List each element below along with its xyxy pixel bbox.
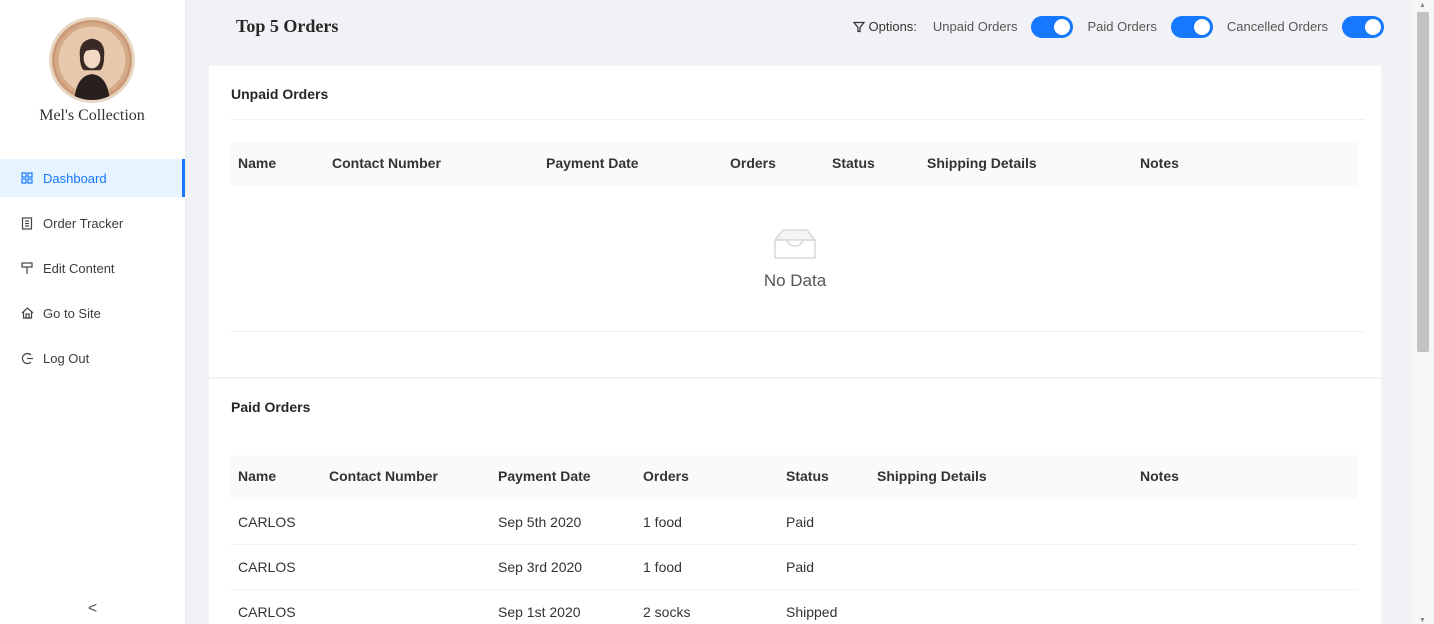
table-row[interactable]: CARLOS Sep 3rd 2020 1 food Paid: [231, 545, 1357, 590]
table-row[interactable]: CARLOS Sep 5th 2020 1 food Paid: [231, 500, 1357, 545]
cell-payment-date: Sep 3rd 2020: [498, 559, 583, 575]
column-header: Payment Date: [498, 468, 591, 484]
sidebar-item-label: Edit Content: [43, 260, 115, 276]
column-header: Notes: [1140, 468, 1179, 484]
options-label-text: Options:: [868, 19, 917, 34]
column-header: Orders: [730, 155, 776, 171]
column-header: Name: [238, 468, 277, 484]
cancelled-orders-switch[interactable]: [1342, 15, 1384, 38]
table-row[interactable]: CARLOS Sep 1st 2020 2 socks Shipped: [231, 590, 1357, 624]
sidebar-item-label: Order Tracker: [43, 215, 124, 231]
sidebar-item-label: Log Out: [43, 350, 90, 366]
unpaid-orders-switch[interactable]: [1031, 15, 1074, 38]
cell-name: CARLOS: [238, 559, 296, 575]
table-header: Name Contact Number Payment Date Orders …: [231, 455, 1357, 499]
page-title: Top 5 Orders: [236, 16, 339, 36]
empty-state: No Data: [209, 226, 1381, 290]
column-header: Contact Number: [332, 155, 441, 171]
toggle-label: Paid Orders: [1087, 19, 1157, 34]
sidebar-collapse-button[interactable]: <: [0, 594, 185, 624]
unpaid-orders-card: Unpaid Orders Name Contact Number Paymen…: [209, 66, 1381, 377]
cell-name: CARLOS: [238, 604, 296, 620]
chevron-left-icon: <: [87, 600, 98, 617]
cell-status: Paid: [786, 559, 815, 575]
sidebar-item-log-out[interactable]: Log Out: [0, 339, 185, 377]
sidebar-item-edit-content[interactable]: Edit Content: [0, 249, 185, 287]
cell-orders: 2 socks: [643, 604, 691, 620]
options-bar: Options: Unpaid Orders Paid Orders Cance…: [852, 14, 1384, 39]
column-header: Status: [832, 155, 875, 171]
card-divider: [231, 331, 1365, 332]
sidebar-item-dashboard[interactable]: Dashboard: [0, 159, 185, 197]
column-header: Name: [238, 155, 277, 171]
column-header: Notes: [1140, 155, 1179, 171]
brand-logo: [49, 17, 135, 103]
cell-orders: 1 food: [643, 514, 682, 530]
sidebar-item-label: Go to Site: [43, 305, 101, 321]
logout-icon: [20, 351, 34, 365]
column-header: Contact Number: [329, 468, 438, 484]
dashboard-icon: [20, 171, 34, 185]
cell-payment-date: Sep 1st 2020: [498, 604, 581, 620]
card-title: Unpaid Orders: [231, 86, 329, 102]
card-title: Paid Orders: [231, 399, 311, 415]
column-header: Shipping Details: [877, 468, 987, 484]
column-header: Orders: [643, 468, 689, 484]
toggle-label: Unpaid Orders: [932, 19, 1018, 34]
toggle-cancelled-orders: Cancelled Orders: [1226, 15, 1384, 38]
column-header: Shipping Details: [927, 155, 1037, 171]
paid-orders-switch[interactable]: [1170, 15, 1213, 38]
brand-name: Mel's Collection: [39, 107, 145, 124]
sidebar-item-label: Dashboard: [43, 170, 107, 186]
column-header: Payment Date: [546, 155, 639, 171]
scroll-up-icon[interactable]: ▲: [1419, 2, 1426, 9]
sidebar-item-order-tracker[interactable]: Order Tracker: [0, 204, 185, 242]
scroll-down-icon[interactable]: ▼: [1419, 617, 1426, 624]
home-icon: [20, 306, 34, 320]
cell-payment-date: Sep 5th 2020: [498, 514, 582, 530]
cell-status: Paid: [786, 514, 815, 530]
toggle-label: Cancelled Orders: [1226, 19, 1328, 34]
column-header: Status: [786, 468, 829, 484]
cell-name: CARLOS: [238, 514, 296, 530]
scroll-thumb[interactable]: [1417, 12, 1429, 352]
order-tracker-icon: [20, 216, 34, 230]
sidebar-item-go-to-site[interactable]: Go to Site: [0, 294, 185, 332]
toggle-paid-orders: Paid Orders: [1087, 15, 1213, 38]
filter-icon: [852, 21, 865, 32]
paid-orders-card: Paid Orders Name Contact Number Payment …: [209, 379, 1381, 624]
table-header: Name Contact Number Payment Date Orders …: [231, 142, 1357, 186]
sidebar-menu: Dashboard Order Tracker Edit Content Go …: [0, 159, 185, 384]
empty-inbox-icon: [773, 229, 817, 259]
page-scrollbar[interactable]: ▲ ▼: [1412, 0, 1434, 624]
cell-orders: 1 food: [643, 559, 682, 575]
edit-content-icon: [20, 261, 34, 275]
sidebar: Mel's Collection Dashboard Order Tracker…: [0, 0, 186, 624]
empty-text: No Data: [763, 271, 827, 290]
card-divider: [231, 119, 1365, 120]
cell-status: Shipped: [786, 604, 838, 620]
toggle-unpaid-orders: Unpaid Orders: [932, 15, 1074, 38]
options-label: Options:: [852, 19, 917, 34]
